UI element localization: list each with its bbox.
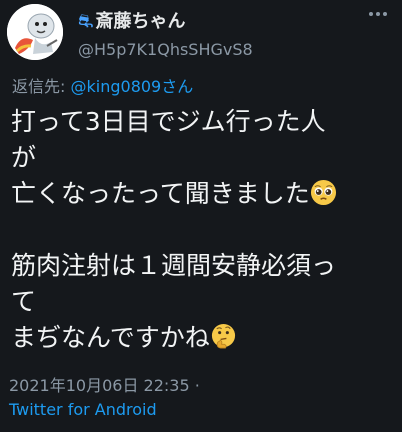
swirl-emoji-icon: ⛐ <box>78 11 94 32</box>
reply-to-line: 返信先: @king0809さん <box>12 73 193 97</box>
reply-prefix: 返信先: <box>12 77 66 96</box>
thinking-face-icon <box>211 323 235 349</box>
tweet-line: て <box>11 287 37 316</box>
tweet-line-with-emoji: 亡くなったって聞きました <box>11 176 396 212</box>
display-name-text: 斎藤ちゃん <box>95 11 186 32</box>
pleading-face-icon <box>310 179 336 206</box>
more-options-icon[interactable] <box>368 10 388 18</box>
tweet-text: 打って3日目でジム行った人 が 亡くなったって聞きました 筋肉注射は１週間安静必… <box>11 104 396 356</box>
tweet-line-text: まぢなんですかね <box>11 323 210 352</box>
cartoon-character-avatar-icon <box>7 4 63 60</box>
user-handle[interactable]: @H5p7K1QhsSHGvS8 <box>78 40 253 59</box>
tweet-line: 打って3日目でジム行った人 <box>11 107 326 136</box>
tweet-line-with-emoji: まぢなんですかね <box>11 320 396 356</box>
reply-mention-link[interactable]: @king0809さん <box>71 77 194 96</box>
display-name[interactable]: ⛐ 斎藤ちゃん <box>78 7 186 35</box>
tweet-timestamp[interactable]: 2021年10月06日 22:35 · <box>9 372 200 396</box>
avatar[interactable] <box>7 4 63 60</box>
tweet-blank-line <box>11 212 396 248</box>
tweet-line: が <box>11 143 37 172</box>
tweet-line-text: 亡くなったって聞きました <box>11 179 310 208</box>
tweet-line: 筋肉注射は１週間安静必須っ <box>11 251 337 280</box>
tweet-source-link[interactable]: Twitter for Android <box>9 400 157 419</box>
